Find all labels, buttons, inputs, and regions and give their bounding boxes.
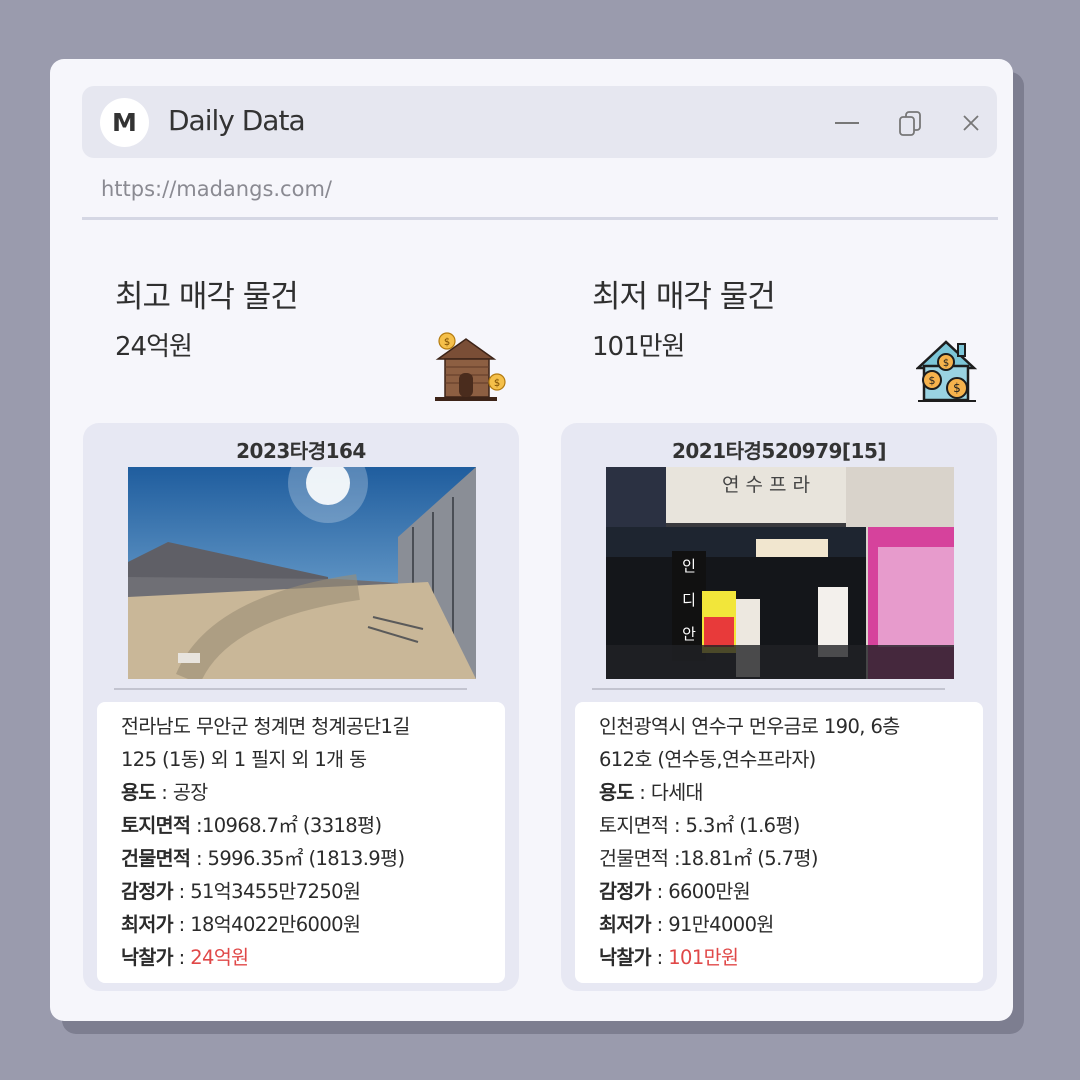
house-coins-icon: $ $ $ — [914, 338, 978, 408]
property-photo-storefront: 연 수 프 라 꽃 인 디 안 — [606, 467, 954, 679]
building-area-row: 건물면적 : 5996.35㎡ (1813.9평) — [121, 842, 505, 875]
lowest-value: 101만원 — [592, 332, 685, 362]
appraisal-row: 감정가 : 51억3455만7250원 — [121, 875, 505, 908]
building-area-value: : 5996.35㎡ (1813.9평) — [190, 847, 405, 870]
svg-text:$: $ — [929, 374, 936, 387]
land-area-value: :10968.7㎡ (3318평) — [190, 814, 382, 837]
building-area-value: :18.81㎡ (5.7평) — [668, 847, 818, 870]
address-url[interactable]: https://madangs.com/ — [101, 177, 332, 201]
house-money-icon: $ $ — [432, 331, 510, 407]
minimize-button[interactable] — [830, 106, 864, 140]
usage-row: 용도 : 다세대 — [599, 776, 983, 809]
winning-bid-label: 낙찰가 — [599, 946, 652, 969]
minimum-price-row: 최저가 : 18억4022만6000원 — [121, 908, 505, 941]
sign-text: 연 수 프 라 — [722, 474, 810, 496]
usage-value: : 공장 — [155, 781, 208, 804]
highest-heading: 최고 매각 물건 — [115, 279, 299, 315]
usage-value: : 다세대 — [633, 781, 703, 804]
address-line-1: 인천광역시 연수구 먼우금로 190, 6층 — [599, 715, 900, 738]
case-number: 2023타경164 — [236, 439, 366, 463]
minimize-icon — [835, 122, 859, 124]
highest-property-card[interactable]: 2023타경164 전라남도 무안군 청계면 청계공단1길 125 (1동) 외… — [83, 423, 519, 991]
winning-bid-value: 101만원 — [668, 946, 739, 969]
minimum-price-label: 최저가 — [121, 913, 174, 936]
svg-text:디: 디 — [682, 591, 696, 609]
svg-text:$: $ — [953, 381, 961, 395]
property-photo-factory — [128, 467, 476, 679]
land-area-row: 토지면적 :10968.7㎡ (3318평) — [121, 809, 505, 842]
usage-label: 용도 — [599, 781, 634, 804]
appraisal-value: : 51억3455만7250원 — [173, 880, 361, 903]
land-area-row: 토지면적 : 5.3㎡ (1.6평) — [599, 809, 983, 842]
building-area-label: 건물면적 — [599, 847, 669, 870]
land-area-label: 토지면적 — [121, 814, 191, 837]
app-logo: M — [100, 98, 149, 147]
building-area-row: 건물면적 :18.81㎡ (5.7평) — [599, 842, 983, 875]
land-area-value: : 5.3㎡ (1.6평) — [668, 814, 800, 837]
winning-bid-row: 낙찰가 : 101만원 — [599, 941, 983, 974]
usage-row: 용도 : 공장 — [121, 776, 505, 809]
address-line-2: 612호 (연수동,연수프라자) — [599, 748, 816, 771]
app-title: Daily Data — [168, 104, 306, 137]
svg-text:인: 인 — [682, 557, 696, 575]
address-line-2: 125 (1동) 외 1 필지 외 1개 동 — [121, 748, 367, 771]
header-divider — [82, 217, 998, 220]
app-window: M Daily Data https://madangs.com/ 최고 매각 … — [50, 59, 1013, 1021]
close-icon — [963, 115, 979, 131]
close-button[interactable] — [954, 106, 988, 140]
building-area-label: 건물면적 — [121, 847, 191, 870]
highest-value: 24억원 — [115, 332, 193, 362]
case-number: 2021타경520979[15] — [671, 439, 887, 463]
card-divider — [114, 688, 467, 690]
minimum-price-row: 최저가 : 91만4000원 — [599, 908, 983, 941]
minimum-price-value: : 18억4022만6000원 — [173, 913, 361, 936]
card-divider — [592, 688, 945, 690]
title-bar: M Daily Data — [82, 86, 997, 158]
restore-button[interactable] — [894, 106, 928, 140]
usage-label: 용도 — [121, 781, 156, 804]
lowest-heading: 최저 매각 물건 — [592, 279, 776, 315]
svg-text:$: $ — [943, 358, 949, 369]
minimum-price-value: : 91만4000원 — [651, 913, 775, 936]
winning-bid-label: 낙찰가 — [121, 946, 174, 969]
svg-text:안: 안 — [682, 625, 696, 643]
winning-bid-separator: : — [173, 946, 191, 969]
property-details: 전라남도 무안군 청계면 청계공단1길 125 (1동) 외 1 필지 외 1개… — [97, 702, 505, 983]
winning-bid-row: 낙찰가 : 24억원 — [121, 941, 505, 974]
winning-bid-value: 24억원 — [190, 946, 249, 969]
lowest-property-card[interactable]: 2021타경520979[15] 연 수 프 라 꽃 인 디 안 — [561, 423, 997, 991]
land-area-label: 토지면적 — [599, 814, 669, 837]
appraisal-label: 감정가 — [599, 880, 652, 903]
winning-bid-separator: : — [651, 946, 669, 969]
svg-text:$: $ — [494, 378, 500, 389]
svg-text:$: $ — [444, 337, 450, 348]
appraisal-label: 감정가 — [121, 880, 174, 903]
property-details: 인천광역시 연수구 먼우금로 190, 6층 612호 (연수동,연수프라자) … — [575, 702, 983, 983]
minimum-price-label: 최저가 — [599, 913, 652, 936]
appraisal-value: : 6600만원 — [651, 880, 751, 903]
appraisal-row: 감정가 : 6600만원 — [599, 875, 983, 908]
copy-window-icon — [899, 111, 921, 136]
address-line-1: 전라남도 무안군 청계면 청계공단1길 — [121, 715, 410, 738]
